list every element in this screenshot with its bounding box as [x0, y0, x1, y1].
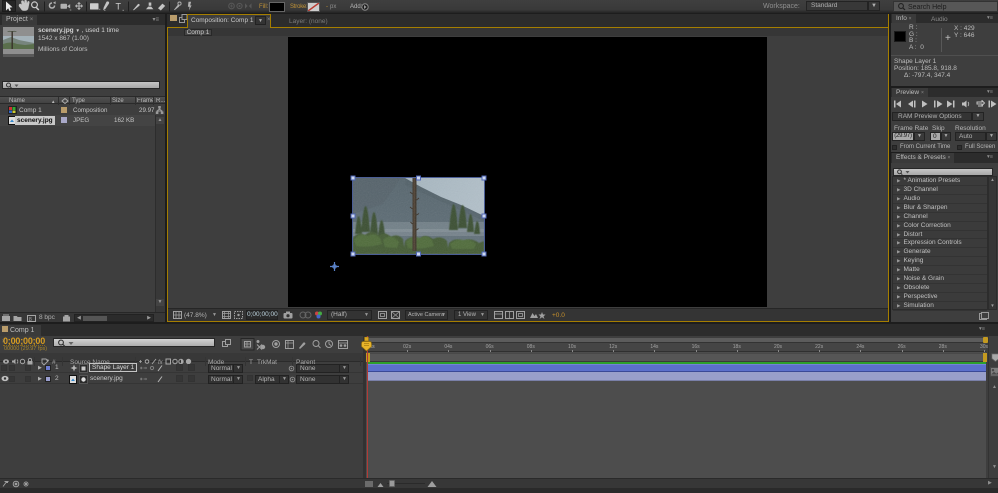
svg-text:8: 8	[29, 317, 32, 322]
svg-text:T: T	[116, 2, 122, 12]
